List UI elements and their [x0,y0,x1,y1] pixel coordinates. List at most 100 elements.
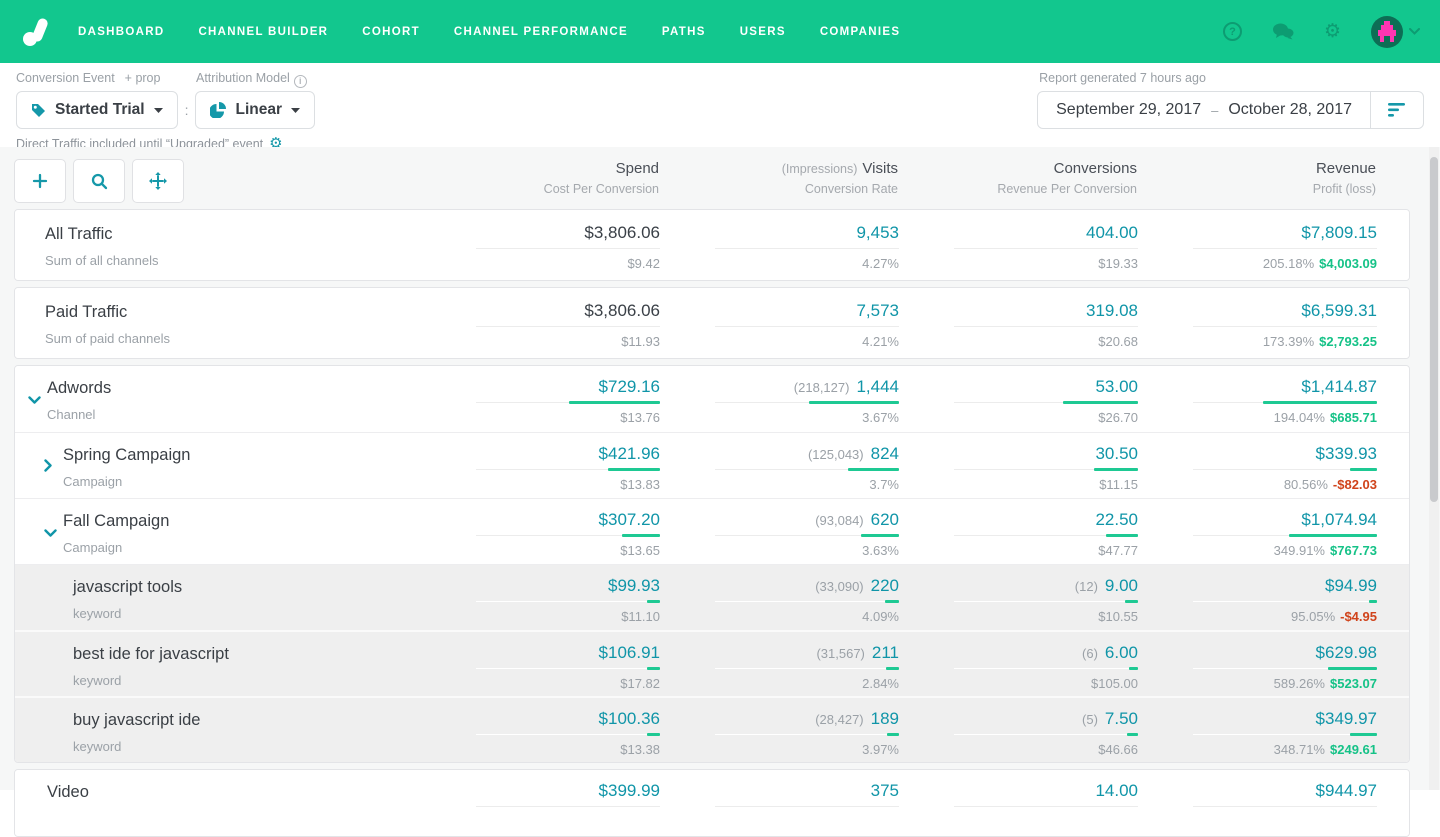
cell-divider [441,534,660,537]
avatar[interactable] [1371,16,1403,48]
nav-dashboard[interactable]: DASHBOARD [78,26,164,38]
cell-main-value[interactable]: 14.00 [1095,781,1138,800]
cell-main-value[interactable]: $349.97 [1316,709,1377,728]
cell-divider [919,805,1138,808]
cell-divider [441,468,660,471]
cell-main-value[interactable]: $421.96 [599,444,660,463]
nav-channel-performance[interactable]: CHANNEL PERFORMANCE [454,26,628,38]
contribution-bar [1063,401,1138,404]
table-row[interactable]: Video $399.99 375 14.00 $944.97 [15,770,1409,836]
chevron-down-icon[interactable] [28,392,41,410]
cell-main-value[interactable]: 9.00 [1105,576,1138,595]
row-title[interactable]: Video [15,783,441,802]
cell-value: 53.00 [919,377,1138,399]
cell-main-value[interactable]: 220 [871,576,899,595]
cell-sub-value: $10.55 [919,609,1138,624]
cell-main-value[interactable]: $729.16 [599,377,660,396]
cell-main-value[interactable]: $7,809.15 [1301,223,1377,242]
cell-main-value[interactable]: $94.99 [1325,576,1377,595]
table-row[interactable]: AdwordsChannel$729.16$13.76(218,127)1,44… [15,366,1409,432]
help-icon[interactable]: ? [1223,22,1242,41]
cell-secondary-value: (93,084) [815,513,863,528]
chevron-down-icon[interactable] [44,525,57,543]
table-row[interactable]: Spring CampaignCampaign$421.96$13.83(125… [15,432,1409,498]
table-row[interactable]: best ide for javascriptkeyword$106.91$17… [15,630,1409,696]
cell-main-value[interactable]: 211 [872,643,899,662]
chat-icon[interactable] [1272,23,1294,40]
cell-main-value[interactable]: $399.99 [599,781,660,800]
cell-main-value[interactable]: 824 [871,444,899,463]
add-button[interactable] [14,159,66,203]
attribution-model-dropdown[interactable]: Linear [195,91,315,129]
scrollbar-thumb[interactable] [1430,157,1438,502]
row-title[interactable]: Paid Traffic [15,303,441,322]
cell-main-value[interactable]: $6,599.31 [1301,301,1377,320]
row-title[interactable]: buy javascript ide [15,711,441,730]
row-title[interactable]: Adwords [15,379,441,398]
nav-paths[interactable]: PATHS [662,26,706,38]
cell-main-value[interactable]: 404.00 [1086,223,1138,242]
cell-main-value[interactable]: $100.36 [599,709,660,728]
app-logo-icon[interactable] [20,15,54,49]
cell-main-value[interactable]: 7.50 [1105,709,1138,728]
cell-main-value[interactable]: 319.08 [1086,301,1138,320]
cell-divider [441,733,660,736]
column-header-spend[interactable]: Spend Cost Per Conversion [440,147,679,196]
cell-main-value[interactable]: 7,573 [856,301,899,320]
nav-companies[interactable]: COMPANIES [820,26,901,38]
row-title[interactable]: best ide for javascript [15,645,441,664]
chevron-down-icon[interactable] [1409,28,1420,35]
column-header-revenue[interactable]: Revenue Profit (loss) [1157,147,1396,196]
cell-main-value[interactable]: 53.00 [1095,377,1138,396]
cell-value: $339.93 [1158,444,1377,466]
chevron-right-icon[interactable] [44,459,53,477]
cell-main-value[interactable]: $307.20 [599,510,660,529]
cell-main-value[interactable]: 6.00 [1105,643,1138,662]
cell-main-value[interactable]: 22.50 [1095,510,1138,529]
date-start: September 29, 2017 [1056,101,1201,119]
row-title[interactable]: javascript tools [15,578,441,597]
table-row[interactable]: Paid TrafficSum of paid channels$3,806.0… [15,288,1409,358]
cell-main-value[interactable]: $106.91 [599,643,660,662]
date-range-picker[interactable]: September 29, 2017 – October 28, 2017 [1037,91,1424,129]
cell-value: 14.00 [919,781,1138,803]
cell-main-value[interactable]: $99.93 [608,576,660,595]
cell-main-value[interactable]: $1,414.87 [1301,377,1377,396]
column-header-visits[interactable]: (Impressions)Visits Conversion Rate [679,147,918,196]
gear-icon[interactable]: ⚙ [1324,22,1341,41]
contribution-bar [1094,468,1138,471]
nav-cohort[interactable]: COHORT [362,26,420,38]
cell-secondary-value: (31,567) [816,646,864,661]
date-options-button[interactable] [1371,103,1423,117]
table-row[interactable]: Fall CampaignCampaign$307.20$13.65(93,08… [15,498,1409,564]
cell-main-value[interactable]: $629.98 [1316,643,1377,662]
cell-main-value[interactable]: 620 [871,510,899,529]
cell-main-value[interactable]: 9,453 [856,223,899,242]
nav-channel-builder[interactable]: CHANNEL BUILDER [198,26,328,38]
info-icon[interactable]: i [294,75,307,88]
cell-main-value[interactable]: 375 [871,781,899,800]
cell-main-value[interactable]: $339.93 [1316,444,1377,463]
nav-users[interactable]: USERS [740,26,786,38]
cell-main-value[interactable]: $944.97 [1316,781,1377,800]
search-button[interactable] [73,159,125,203]
cell-main-value[interactable]: 30.50 [1095,444,1138,463]
row-title[interactable]: Spring Campaign [15,446,441,465]
row-title[interactable]: All Traffic [15,225,441,244]
cell-main-value[interactable]: 1,444 [856,377,899,396]
conversion-event-dropdown[interactable]: Started Trial [16,91,178,129]
column-header-conversions[interactable]: Conversions Revenue Per Conversion [918,147,1157,196]
cell-divider [919,401,1138,404]
table-row[interactable]: All TrafficSum of all channels$3,806.06$… [15,210,1409,280]
scrollbar[interactable] [1429,147,1439,790]
table-row[interactable]: buy javascript idekeyword$100.36$13.38(2… [15,696,1409,762]
cell-main-value[interactable]: 189 [871,709,899,728]
cell-conversions: (6)6.00$105.00 [919,632,1158,696]
move-button[interactable] [132,159,184,203]
table-row[interactable]: javascript toolskeyword$99.93$11.10(33,0… [15,564,1409,630]
contribution-bar [861,534,899,537]
add-prop-link[interactable]: + prop [125,71,161,85]
row-title[interactable]: Fall Campaign [15,512,441,531]
cell-revenue: $7,809.15205.18%$4,003.09 [1158,210,1397,280]
cell-main-value[interactable]: $1,074.94 [1301,510,1377,529]
